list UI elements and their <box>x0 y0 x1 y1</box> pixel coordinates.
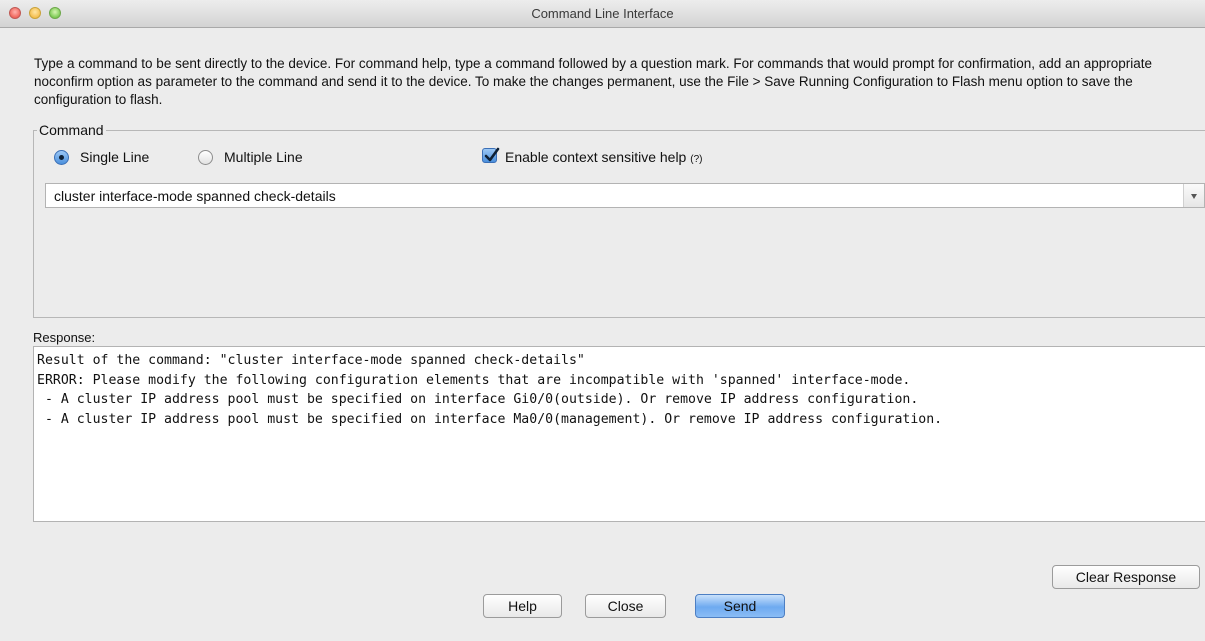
response-line: Result of the command: "cluster interfac… <box>37 353 585 368</box>
response-textarea[interactable]: Result of the command: "cluster interfac… <box>33 346 1205 522</box>
context-help-label[interactable]: Enable context sensitive help (?) <box>505 149 702 165</box>
command-input-combo[interactable]: cluster interface-mode spanned check-det… <box>45 183 1205 208</box>
response-line: - A cluster IP address pool must be spec… <box>37 411 943 427</box>
context-help-text: Enable context sensitive help <box>505 149 687 165</box>
response-line: - A cluster IP address pool must be spec… <box>37 392 919 407</box>
command-group-label: Command <box>37 122 106 138</box>
chevron-down-icon[interactable] <box>1183 184 1204 207</box>
close-button[interactable]: Close <box>585 594 666 618</box>
title-bar: Command Line Interface <box>0 0 1205 28</box>
send-button[interactable]: Send <box>695 594 785 618</box>
response-label: Response: <box>33 330 96 345</box>
command-input-value[interactable]: cluster interface-mode spanned check-det… <box>54 188 336 204</box>
help-button[interactable]: Help <box>483 594 562 618</box>
multiple-line-label[interactable]: Multiple Line <box>224 149 303 165</box>
window-title: Command Line Interface <box>531 6 674 21</box>
clear-response-button[interactable]: Clear Response <box>1052 565 1200 589</box>
response-line: ERROR: Please modify the following confi… <box>37 372 911 388</box>
single-line-label[interactable]: Single Line <box>80 149 149 165</box>
single-line-radio[interactable] <box>54 150 69 165</box>
instructions-text: Type a command to be sent directly to th… <box>34 56 1153 107</box>
context-help-checkbox[interactable] <box>482 147 500 163</box>
multiple-line-radio[interactable] <box>198 150 213 165</box>
checkmark-icon <box>484 147 500 162</box>
help-hint: (?) <box>690 154 703 165</box>
